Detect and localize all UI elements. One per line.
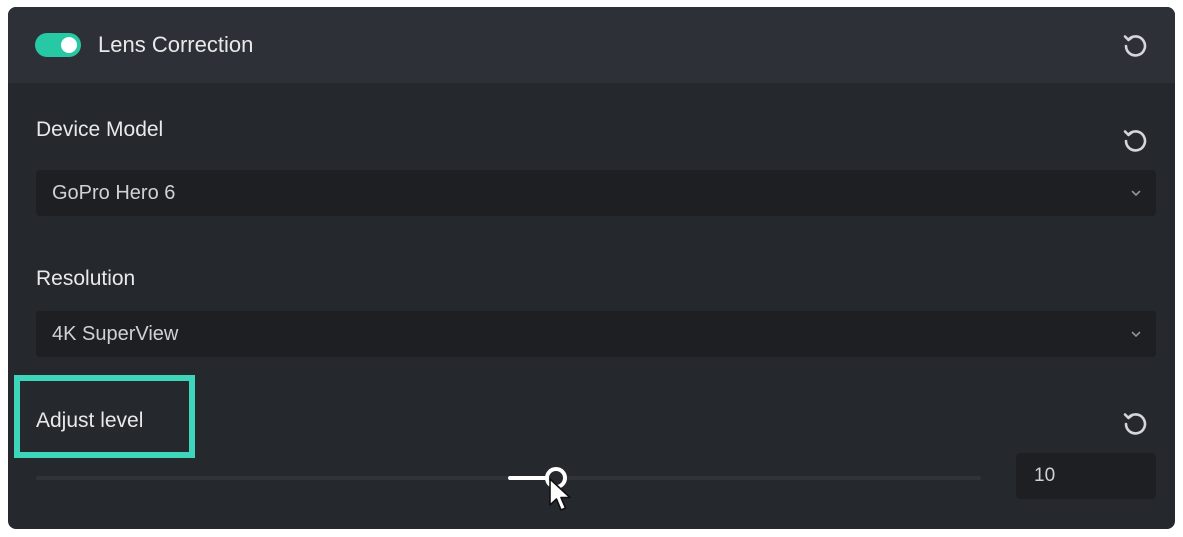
resolution-dropdown[interactable]: 4K SuperView xyxy=(36,311,1156,357)
device-model-reset-icon[interactable] xyxy=(1120,125,1150,155)
chevron-down-icon xyxy=(1130,328,1142,340)
adjust-level-value-input[interactable]: 10 xyxy=(1016,453,1156,499)
lens-correction-panel: Lens Correction Device Model GoPro Hero … xyxy=(8,7,1175,529)
toggle-knob xyxy=(61,37,77,53)
adjust-level-highlight xyxy=(14,375,195,458)
adjust-level-value: 10 xyxy=(1034,465,1056,486)
device-model-label: Device Model xyxy=(36,118,164,141)
resolution-value: 4K SuperView xyxy=(52,323,179,345)
panel-title: Lens Correction xyxy=(98,32,254,57)
adjust-level-slider[interactable] xyxy=(36,467,981,489)
device-model-dropdown[interactable]: GoPro Hero 6 xyxy=(36,170,1156,216)
adjust-level-reset-icon[interactable] xyxy=(1120,408,1150,438)
lens-correction-toggle[interactable] xyxy=(35,33,81,57)
reset-icon[interactable] xyxy=(1120,30,1150,60)
resolution-label: Resolution xyxy=(36,267,136,290)
device-model-value: GoPro Hero 6 xyxy=(52,182,176,204)
panel-header: Lens Correction xyxy=(8,7,1175,83)
mouse-cursor-icon xyxy=(548,477,574,513)
chevron-down-icon xyxy=(1130,187,1142,199)
